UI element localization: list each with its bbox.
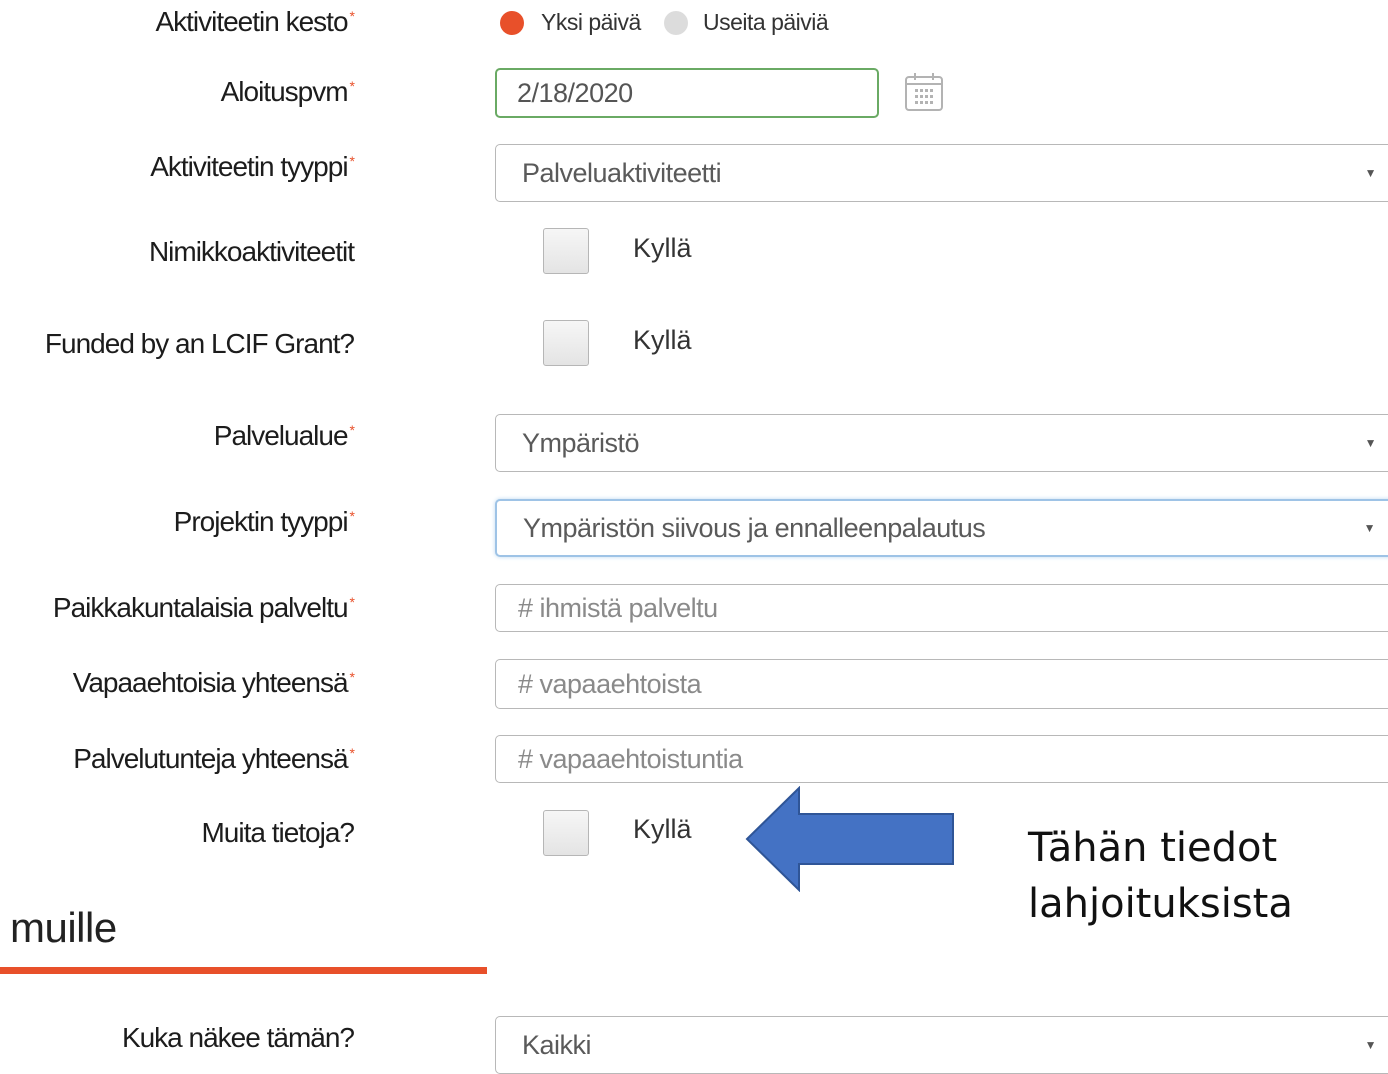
radio-single-day[interactable]	[500, 11, 524, 35]
lcif-grant-label: Funded by an LCIF Grant?	[44, 328, 355, 359]
project-type-select[interactable]: Ympäristön siivous ja ennalleenpalautus …	[495, 499, 1388, 557]
lcif-grant-checkbox[interactable]	[543, 320, 589, 366]
chevron-down-icon: ▼	[1363, 521, 1376, 535]
annotation-line-2: lahjoituksista	[1028, 881, 1293, 927]
visibility-select[interactable]: Kaikki ▼	[495, 1016, 1388, 1074]
service-area-select[interactable]: Ympäristö ▼	[495, 414, 1388, 472]
service-hours-placeholder: # vapaaehtoistuntia	[518, 743, 743, 774]
signature-activity-checkbox[interactable]	[543, 228, 589, 274]
radio-multiple-days[interactable]	[664, 11, 688, 35]
more-info-checkbox-label: Kyllä	[633, 814, 692, 844]
project-type-value: Ympäristön siivous ja ennalleenpalautus	[523, 512, 986, 543]
service-hours-label: Palvelutunteja yhteensä *	[73, 743, 355, 774]
radio-single-day-label: Yksi päivä	[541, 9, 641, 35]
people-served-label: Paikkakuntalaisia palveltu *	[52, 592, 355, 623]
service-hours-input[interactable]: # vapaaehtoistuntia	[495, 735, 1388, 783]
activity-type-value: Palveluaktiviteetti	[522, 157, 722, 188]
activity-type-select[interactable]: Palveluaktiviteetti ▼	[495, 144, 1388, 202]
lcif-grant-checkbox-label: Kyllä	[633, 325, 692, 355]
volunteers-label: Vapaaehtoisia yhteensä *	[72, 667, 355, 698]
annotation-line-1: Tähän tiedot	[1028, 825, 1278, 871]
people-served-input[interactable]: # ihmistä palveltu	[495, 584, 1388, 632]
people-served-placeholder: # ihmistä palveltu	[518, 592, 718, 623]
start-date-label: Aloituspvm *	[220, 76, 356, 107]
start-date-value: 2/18/2020	[517, 77, 633, 108]
chevron-down-icon: ▼	[1364, 166, 1377, 180]
start-date-input[interactable]: 2/18/2020	[495, 68, 879, 118]
signature-activity-label: Nimikkoaktiviteetit	[148, 236, 355, 267]
section-divider	[0, 967, 487, 974]
project-type-label: Projektin tyyppi *	[173, 506, 355, 537]
calendar-icon[interactable]	[904, 72, 944, 112]
chevron-down-icon: ▼	[1364, 1038, 1377, 1052]
volunteers-placeholder: # vapaaehtoista	[518, 668, 702, 699]
activity-type-label: Aktiviteetin tyyppi *	[150, 151, 355, 182]
annotation-text: Tähän tiedot lahjoituksista	[1028, 820, 1293, 932]
duration-label: Aktiviteetin kesto *	[155, 6, 355, 37]
service-area-label: Palvelualue *	[213, 420, 355, 451]
section-title: muille	[10, 904, 117, 951]
visibility-value: Kaikki	[522, 1029, 592, 1060]
arrow-left-icon	[745, 785, 955, 893]
radio-multiple-days-label: Useita päiviä	[703, 9, 829, 35]
service-area-value: Ympäristö	[522, 427, 640, 458]
visibility-label: Kuka näkee tämän?	[121, 1022, 355, 1053]
volunteers-input[interactable]: # vapaaehtoista	[495, 659, 1388, 709]
more-info-checkbox[interactable]	[543, 810, 589, 856]
chevron-down-icon: ▼	[1364, 436, 1377, 450]
more-info-label: Muita tietoja?	[201, 817, 355, 848]
signature-activity-checkbox-label: Kyllä	[633, 233, 692, 263]
